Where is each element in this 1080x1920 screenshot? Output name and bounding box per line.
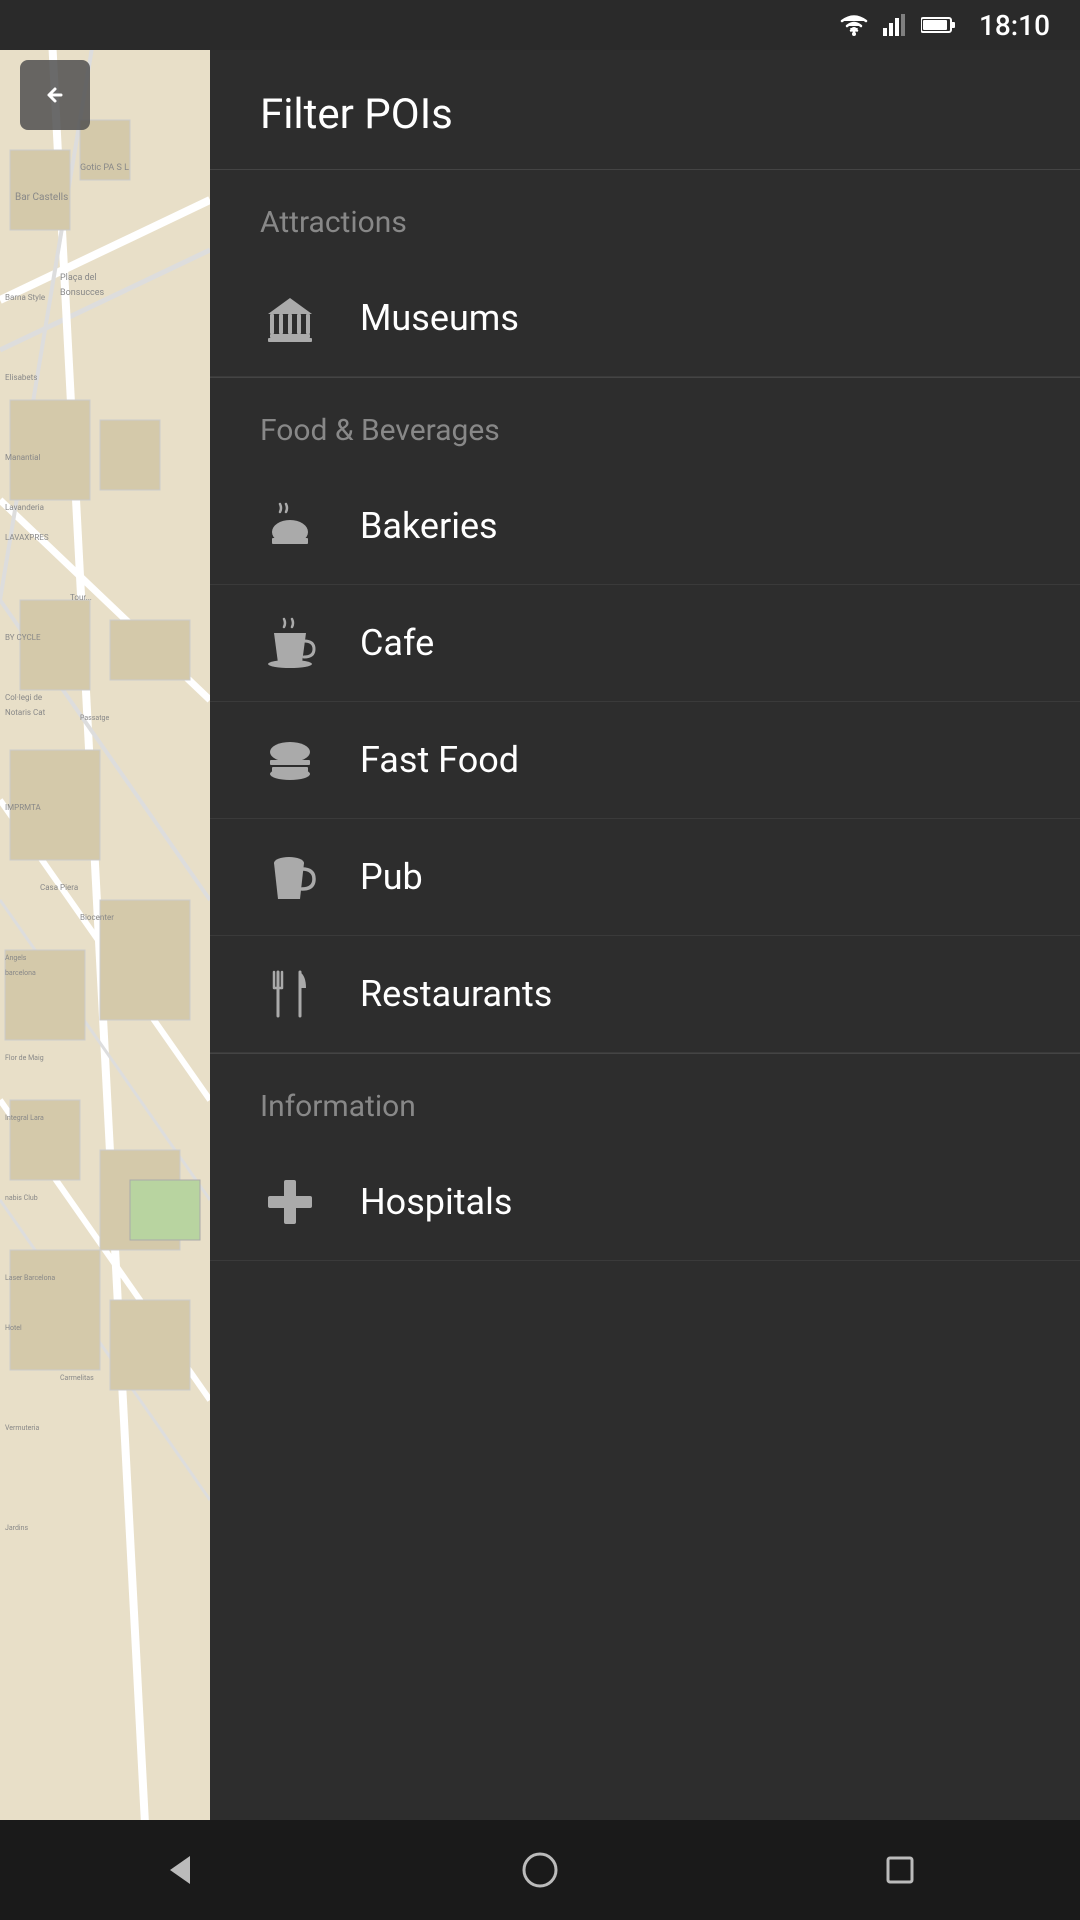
section-attractions: Attractions Museums	[210, 170, 1080, 377]
menu-label-bakeries: Bakeries	[360, 505, 498, 547]
menu-label-pub: Pub	[360, 856, 423, 898]
svg-text:Vermuteria: Vermuteria	[5, 1424, 39, 1432]
svg-text:Jardins: Jardins	[5, 1524, 28, 1532]
svg-text:Integral Lara: Integral Lara	[5, 1114, 44, 1122]
svg-text:Barna Style: Barna Style	[5, 293, 45, 302]
pub-icon	[260, 847, 320, 907]
menu-item-museums[interactable]: Museums	[210, 260, 1080, 377]
bakery-icon	[260, 496, 320, 556]
menu-item-restaurants[interactable]: Restaurants	[210, 936, 1080, 1053]
svg-text:Bonsucces: Bonsucces	[60, 288, 105, 298]
svg-text:Casa Piera: Casa Piera	[40, 883, 78, 892]
svg-text:BY CYCLE: BY CYCLE	[5, 633, 41, 642]
svg-text:Elisabets: Elisabets	[5, 373, 37, 382]
svg-text:Manantial: Manantial	[5, 453, 40, 462]
map-panel: Bar Castells Gotic PA S L Barna Style Pl…	[0, 0, 210, 1920]
menu-item-cafe[interactable]: Cafe	[210, 585, 1080, 702]
signal-icon	[883, 14, 907, 36]
filter-title: Filter POIs	[260, 90, 453, 139]
hospital-icon	[260, 1172, 320, 1232]
section-label-information: Information	[210, 1054, 1080, 1144]
svg-text:Laser Barcelona: Laser Barcelona	[5, 1274, 55, 1282]
svg-text:Biocenter: Biocenter	[80, 913, 114, 922]
bottom-nav	[0, 1820, 1080, 1920]
svg-text:Hotel: Hotel	[5, 1324, 22, 1332]
museum-icon	[260, 288, 320, 348]
filter-panel: Filter POIs Attractions Museums	[210, 50, 1080, 1820]
svg-text:Angels: Angels	[5, 954, 27, 962]
svg-text:Gotic PA S L: Gotic PA S L	[80, 163, 129, 173]
svg-text:IMPRMTA: IMPRMTA	[5, 803, 41, 812]
menu-item-fast-food[interactable]: Fast Food	[210, 702, 1080, 819]
svg-text:Flor de Maig: Flor de Maig	[5, 1054, 44, 1062]
section-food-beverages: Food & Beverages Bakeries	[210, 378, 1080, 1053]
svg-text:Plaça del: Plaça del	[60, 273, 97, 283]
status-time: 18:10	[979, 9, 1050, 42]
svg-text:Passatge: Passatge	[80, 714, 109, 722]
menu-label-restaurants: Restaurants	[360, 973, 552, 1015]
nav-recents-button[interactable]	[860, 1830, 940, 1910]
svg-text:Notaris Cat: Notaris Cat	[5, 708, 46, 717]
section-label-food: Food & Beverages	[210, 378, 1080, 468]
menu-item-bakeries[interactable]: Bakeries	[210, 468, 1080, 585]
back-button[interactable]	[20, 60, 90, 130]
svg-text:Tour...: Tour...	[70, 593, 92, 602]
menu-item-hospitals[interactable]: Hospitals	[210, 1144, 1080, 1261]
svg-text:nabis Club: nabis Club	[5, 1194, 38, 1202]
svg-text:Bar Castells: Bar Castells	[15, 192, 68, 203]
status-bar: 18:10	[0, 0, 1080, 50]
section-information: Information Hospitals	[210, 1054, 1080, 1261]
menu-item-pub[interactable]: Pub	[210, 819, 1080, 936]
battery-icon	[921, 16, 955, 34]
cafe-icon	[260, 613, 320, 673]
svg-text:Col·legi de: Col·legi de	[5, 693, 42, 702]
svg-text:Carmelitas: Carmelitas	[60, 1374, 94, 1382]
svg-text:LAVAXPRES: LAVAXPRES	[5, 533, 49, 542]
menu-label-fast-food: Fast Food	[360, 739, 519, 781]
restaurant-icon	[260, 964, 320, 1024]
section-label-attractions: Attractions	[210, 170, 1080, 260]
svg-text:Lavanderia: Lavanderia	[5, 503, 44, 512]
menu-label-cafe: Cafe	[360, 622, 434, 664]
fastfood-icon	[260, 730, 320, 790]
wifi-icon	[839, 14, 869, 36]
nav-back-button[interactable]	[140, 1830, 220, 1910]
menu-label-hospitals: Hospitals	[360, 1181, 512, 1223]
svg-text:barcelona: barcelona	[5, 969, 36, 977]
menu-label-museums: Museums	[360, 297, 519, 339]
filter-header: Filter POIs	[210, 50, 1080, 170]
nav-home-button[interactable]	[500, 1830, 580, 1910]
